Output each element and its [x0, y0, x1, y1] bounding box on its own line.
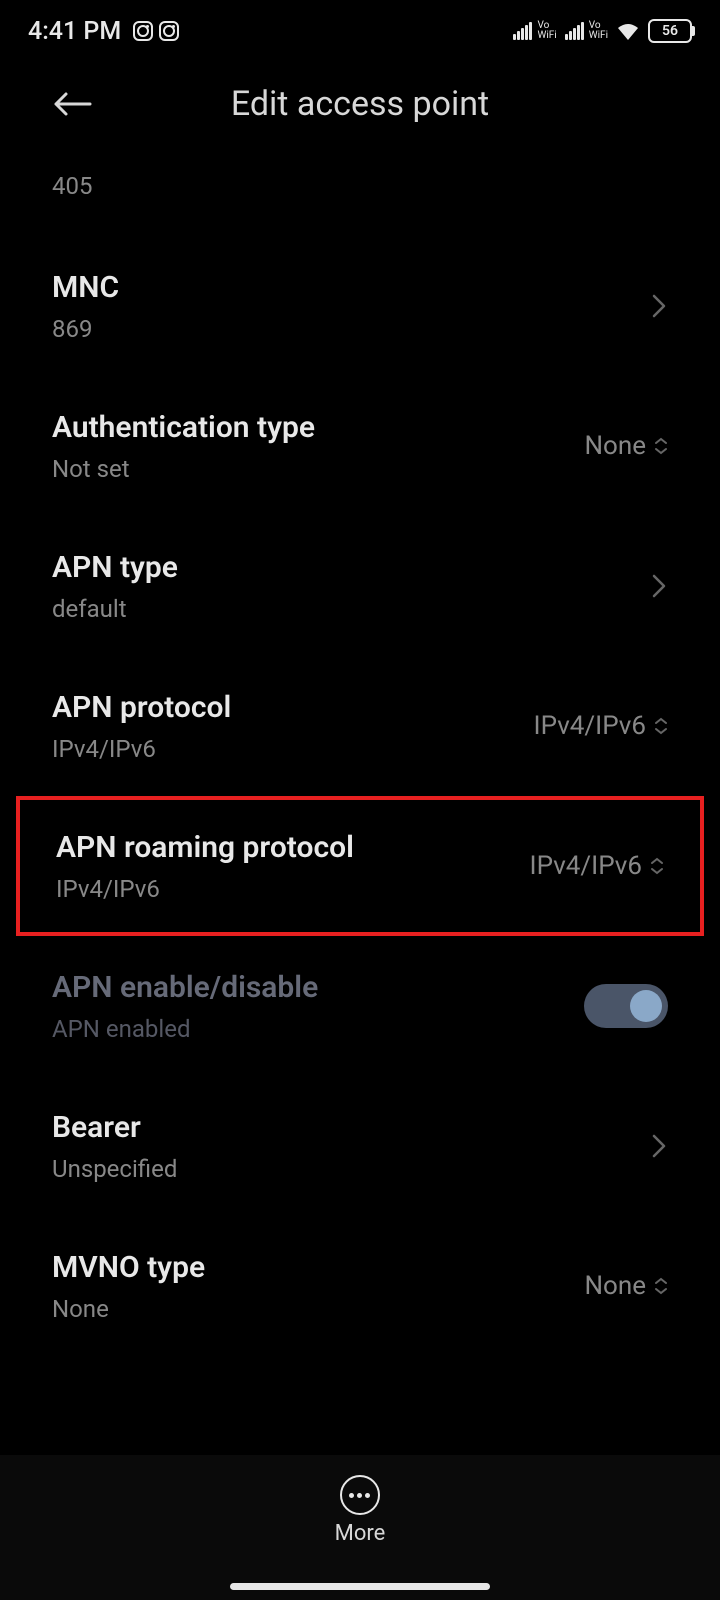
- status-right: VoWiFi VoWiFi 56: [513, 19, 692, 43]
- setting-row-auth-type[interactable]: Authentication type Not set None: [0, 376, 720, 516]
- page-title: Edit access point: [52, 84, 668, 124]
- setting-row-mnc[interactable]: MNC 869: [0, 236, 720, 376]
- instagram-icon: [133, 21, 153, 41]
- setting-row-apn-roaming[interactable]: APN roaming protocol IPv4/IPv6 IPv4/IPv6: [16, 796, 704, 936]
- chevron-right-icon: [650, 1132, 668, 1160]
- bearer-value: Unspecified: [52, 1155, 650, 1183]
- signal-1: VoWiFi: [513, 21, 556, 41]
- chevron-right-icon: [650, 292, 668, 320]
- updown-icon: [654, 717, 668, 735]
- chevron-right-icon: [650, 572, 668, 600]
- apn-enable-toggle: [584, 984, 668, 1028]
- status-time: 4:41 PM: [28, 17, 121, 46]
- auth-type-selected: None: [584, 431, 646, 461]
- auth-type-value: Not set: [52, 455, 584, 483]
- signal-2: VoWiFi: [565, 21, 608, 41]
- status-bar: 4:41 PM VoWiFi VoWiFi: [0, 0, 720, 60]
- bearer-label: Bearer: [52, 1110, 650, 1145]
- mvno-type-value: None: [52, 1295, 584, 1323]
- setting-row-mcc[interactable]: 405: [0, 156, 720, 236]
- vowifi-icon: VoWiFi: [537, 21, 556, 41]
- notification-icons: [133, 21, 179, 41]
- setting-row-mvno-type[interactable]: MVNO type None None: [0, 1216, 720, 1356]
- more-button[interactable]: More: [335, 1475, 386, 1546]
- settings-list: 405 MNC 869 Authentication type Not set …: [0, 156, 720, 1356]
- more-label: More: [335, 1521, 386, 1546]
- more-icon: [340, 1475, 380, 1515]
- apn-enable-label: APN enable/disable: [52, 970, 584, 1005]
- header: Edit access point: [0, 60, 720, 156]
- mnc-label: MNC: [52, 270, 650, 305]
- auth-type-label: Authentication type: [52, 410, 584, 445]
- vowifi-icon: VoWiFi: [589, 21, 608, 41]
- mvno-type-selected: None: [584, 1271, 646, 1301]
- mcc-value: 405: [52, 172, 668, 200]
- apn-enable-value: APN enabled: [52, 1015, 584, 1043]
- setting-row-apn-type[interactable]: APN type default: [0, 516, 720, 656]
- apn-type-value: default: [52, 595, 650, 623]
- status-left: 4:41 PM: [28, 17, 179, 46]
- mnc-value: 869: [52, 315, 650, 343]
- home-indicator[interactable]: [230, 1583, 490, 1590]
- setting-row-apn-protocol[interactable]: APN protocol IPv4/IPv6 IPv4/IPv6: [0, 656, 720, 796]
- back-arrow-icon[interactable]: [52, 90, 92, 118]
- wifi-icon: [616, 22, 640, 40]
- updown-icon: [654, 437, 668, 455]
- updown-icon: [650, 857, 664, 875]
- setting-row-bearer[interactable]: Bearer Unspecified: [0, 1076, 720, 1216]
- apn-type-label: APN type: [52, 550, 650, 585]
- apn-roaming-selected: IPv4/IPv6: [530, 851, 642, 881]
- apn-roaming-label: APN roaming protocol: [56, 830, 530, 865]
- apn-protocol-selected: IPv4/IPv6: [534, 711, 646, 741]
- mvno-type-label: MVNO type: [52, 1250, 584, 1285]
- battery-indicator: 56: [648, 19, 692, 43]
- instagram-icon: [159, 21, 179, 41]
- updown-icon: [654, 1277, 668, 1295]
- apn-protocol-label: APN protocol: [52, 690, 534, 725]
- apn-protocol-value: IPv4/IPv6: [52, 735, 534, 763]
- setting-row-apn-enable: APN enable/disable APN enabled: [0, 936, 720, 1076]
- apn-roaming-value: IPv4/IPv6: [56, 875, 530, 903]
- bottom-nav: More: [0, 1455, 720, 1600]
